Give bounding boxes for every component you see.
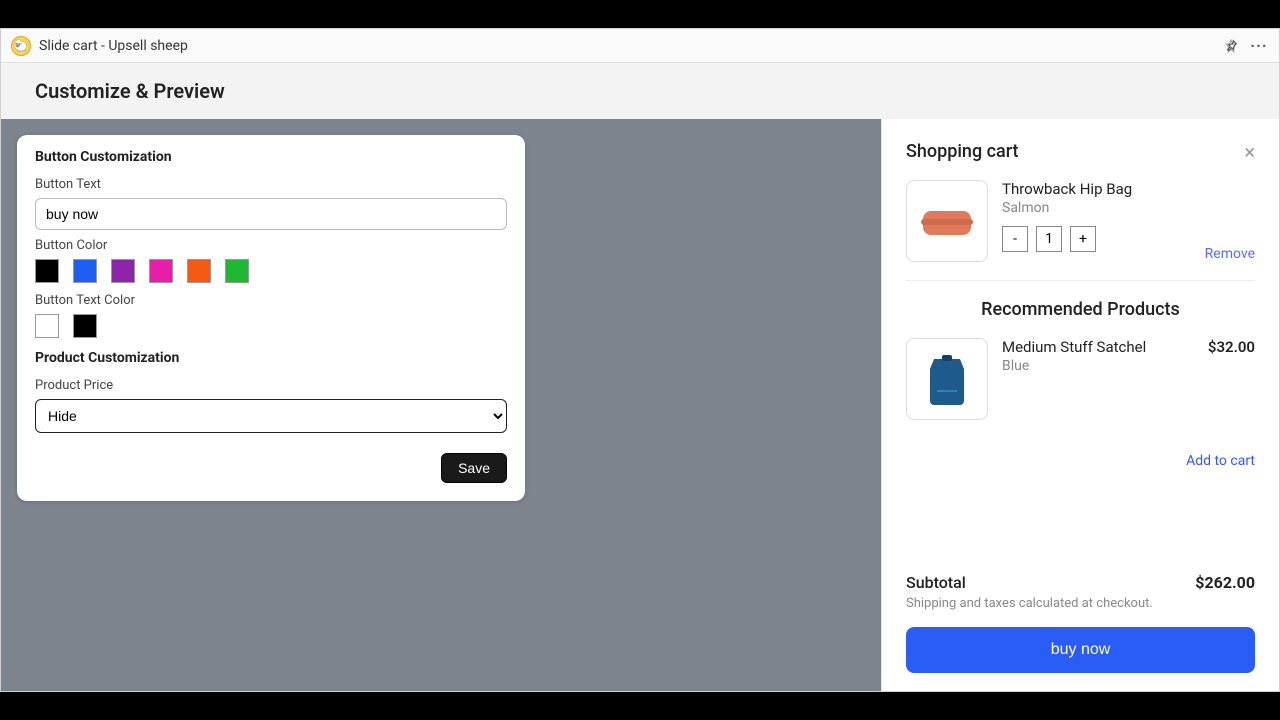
cart-title: Shopping cart bbox=[906, 141, 1244, 162]
cart-item-name: Throwback Hip Bag bbox=[1002, 180, 1191, 198]
product-price-select[interactable]: Hide bbox=[35, 399, 507, 433]
more-icon[interactable]: ··· bbox=[1249, 36, 1269, 56]
button-color-swatch-2[interactable] bbox=[111, 259, 135, 283]
customize-area: Button Customization Button Text Button … bbox=[1, 119, 881, 691]
recommended-item-variant: Blue bbox=[1002, 358, 1194, 374]
buy-now-button[interactable]: buy now bbox=[906, 627, 1255, 673]
recommended-title: Recommended Products bbox=[906, 299, 1255, 320]
page-title: Customize & Preview bbox=[35, 79, 225, 103]
cart-panel: Shopping cart × Throwback Hip Bag Salmon… bbox=[881, 119, 1279, 691]
cart-item-variant: Salmon bbox=[1002, 200, 1191, 216]
cart-item-image bbox=[906, 180, 988, 262]
shipping-note: Shipping and taxes calculated at checkou… bbox=[906, 596, 1255, 611]
recommended-item-price: $32.00 bbox=[1208, 338, 1255, 420]
close-icon[interactable]: × bbox=[1244, 142, 1255, 162]
app-icon: 🐑 bbox=[11, 36, 31, 56]
recommended-item-image bbox=[906, 338, 988, 420]
qty-value: 1 bbox=[1036, 226, 1062, 252]
qty-decrease-button[interactable]: - bbox=[1002, 226, 1028, 252]
text-color-swatch-0[interactable] bbox=[35, 314, 59, 338]
qty-increase-button[interactable]: + bbox=[1070, 226, 1096, 252]
button-section-title: Button Customization bbox=[35, 149, 507, 165]
button-color-swatch-1[interactable] bbox=[73, 259, 97, 283]
cart-item: Throwback Hip Bag Salmon - 1 + Remove bbox=[906, 180, 1255, 262]
subtotal-label: Subtotal bbox=[906, 573, 1195, 592]
save-button[interactable]: Save bbox=[441, 453, 507, 483]
button-color-swatch-3[interactable] bbox=[149, 259, 173, 283]
pin-icon[interactable] bbox=[1221, 36, 1241, 56]
text-color-swatch-1[interactable] bbox=[73, 314, 97, 338]
recommended-item: Medium Stuff Satchel Blue $32.00 bbox=[906, 338, 1255, 420]
product-section-title: Product Customization bbox=[35, 350, 507, 366]
remove-link[interactable]: Remove bbox=[1205, 246, 1255, 262]
customize-card: Button Customization Button Text Button … bbox=[17, 135, 525, 501]
button-text-color-label: Button Text Color bbox=[35, 293, 507, 308]
subtotal-value: $262.00 bbox=[1195, 573, 1255, 592]
button-text-input[interactable] bbox=[35, 198, 507, 230]
button-text-label: Button Text bbox=[35, 177, 507, 192]
app-title: Slide cart - Upsell sheep bbox=[39, 38, 188, 54]
button-color-swatch-0[interactable] bbox=[35, 259, 59, 283]
button-color-label: Button Color bbox=[35, 238, 507, 253]
button-color-swatch-4[interactable] bbox=[187, 259, 211, 283]
product-price-label: Product Price bbox=[35, 378, 507, 393]
recommended-item-name: Medium Stuff Satchel bbox=[1002, 338, 1194, 356]
add-to-cart-link[interactable]: Add to cart bbox=[1186, 453, 1255, 469]
button-color-swatch-5[interactable] bbox=[225, 259, 249, 283]
page-header: Customize & Preview bbox=[1, 63, 1279, 119]
divider bbox=[906, 280, 1255, 281]
title-bar: 🐑 Slide cart - Upsell sheep ··· bbox=[1, 29, 1279, 63]
